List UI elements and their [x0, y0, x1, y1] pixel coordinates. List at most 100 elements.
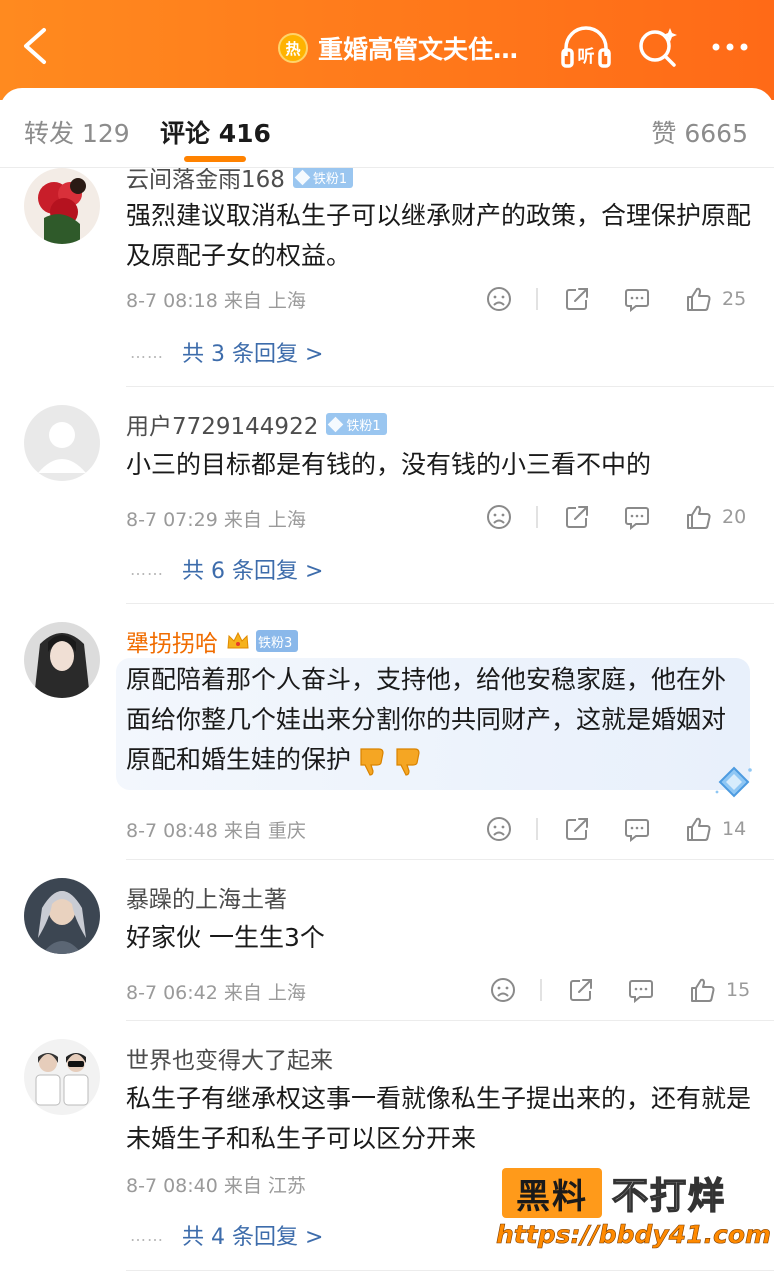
share-icon[interactable]: [564, 503, 590, 531]
comment-actions: 20: [486, 503, 756, 531]
comment-item: 用户7729144922 铁粉1 小三的目标都是有钱的，没有钱的小三看不中的 8…: [0, 387, 774, 603]
avatar[interactable]: [24, 622, 100, 698]
dots: ……: [130, 1225, 164, 1245]
sad-face-icon[interactable]: [486, 815, 512, 843]
like-button[interactable]: 25: [686, 285, 746, 313]
thumbs-up-icon: [687, 505, 711, 529]
view-replies-link[interactable]: …… 共 3 条回复 >: [130, 336, 323, 368]
dots: ……: [130, 342, 164, 362]
search-icon[interactable]: [636, 24, 680, 70]
fan-badge-label: 铁粉1: [346, 418, 381, 434]
comment-icon[interactable]: [624, 285, 650, 313]
fan-badge-label: 铁粉3: [258, 635, 293, 651]
listen-button[interactable]: 听: [560, 24, 612, 70]
comment-username[interactable]: 世界也变得大了起来: [126, 1041, 333, 1075]
replies-label: 共 3 条回复 >: [182, 342, 324, 367]
thumbs-down-emoji-icon: [391, 745, 423, 777]
divider: [540, 979, 542, 1001]
username-text: 世界也变得大了起来: [126, 1048, 333, 1074]
username-text: 暴躁的上海土著: [126, 887, 287, 913]
comment-text: 强烈建议取消私生子可以继承财产的政策，合理保护原配及原配子女的权益。: [126, 201, 752, 270]
topic-title[interactable]: 热 重婚高管文夫住…: [278, 28, 518, 68]
diamond-icon: [328, 416, 344, 432]
share-icon[interactable]: [568, 976, 594, 1004]
watermark: 黑料 不打烊 https://bbdy41.com: [496, 1164, 771, 1264]
sparkle-diamond-icon: [715, 766, 752, 798]
comment-actions: 15: [490, 976, 760, 1004]
comment-icon[interactable]: [628, 976, 654, 1004]
crown-icon: [226, 630, 250, 652]
more-icon[interactable]: [706, 24, 754, 70]
thumbs-up-icon: [687, 287, 711, 311]
sad-face-icon[interactable]: [490, 976, 516, 1004]
back-icon[interactable]: [18, 26, 54, 66]
comment-icon[interactable]: [624, 815, 650, 843]
username-text: 云间落金雨168: [126, 168, 285, 193]
headphones-icon: 听: [561, 26, 611, 68]
hot-icon: 热: [278, 33, 308, 63]
dots: ……: [130, 559, 164, 579]
sad-face-icon[interactable]: [486, 503, 512, 531]
replies-label: 共 6 条回复 >: [182, 559, 324, 584]
comment-username[interactable]: 犟拐拐哈 铁粉3: [126, 624, 299, 658]
tab-repost[interactable]: 转发 129: [24, 114, 130, 150]
comment-meta: 8-7 08:40 来自 江苏: [126, 1175, 306, 1197]
like-count: 25: [722, 288, 747, 310]
comment-icon[interactable]: [624, 503, 650, 531]
svg-text:听: 听: [578, 46, 595, 67]
divider: [126, 1270, 774, 1271]
view-replies-link[interactable]: …… 共 4 条回复 >: [130, 1219, 323, 1251]
share-icon[interactable]: [564, 815, 590, 843]
like-button[interactable]: 15: [690, 976, 750, 1004]
comment-text-highlighted: 原配陪着那个人奋斗，支持他，给他安稳家庭，他在外面给你整几个娃出来分割你的共同财…: [116, 658, 752, 798]
comment-username[interactable]: 云间落金雨168 铁粉1: [126, 168, 354, 194]
comment-item: 暴躁的上海土著 好家伙 一生生3个 15 8-7 06:42 来自 上海: [0, 860, 774, 1020]
username-text: 犟拐拐哈: [126, 631, 218, 657]
avatar[interactable]: [24, 405, 100, 481]
watermark-text: 不打烊: [611, 1175, 727, 1218]
fan-badge[interactable]: 铁粉1: [326, 413, 387, 435]
watermark-box: 黑料: [502, 1168, 602, 1218]
like-button[interactable]: 14: [686, 815, 746, 843]
comment-meta: 8-7 08:48 来自 重庆: [126, 820, 306, 842]
avatar[interactable]: [24, 168, 100, 244]
like-count: 20: [722, 506, 747, 528]
comment-text: 原配陪着那个人奋斗，支持他，给他安稳家庭，他在外面给你整几个娃出来分割你的共同财…: [126, 665, 727, 774]
fan-badge-label: 铁粉1: [312, 171, 348, 187]
sad-face-icon[interactable]: [486, 285, 512, 313]
avatar[interactable]: [24, 1039, 100, 1115]
comment-text: 小三的目标都是有钱的，没有钱的小三看不中的: [126, 450, 652, 479]
comment-item: 云间落金雨168 铁粉1 强烈建议取消私生子可以继承财产的政策，合理保护原配及原…: [0, 168, 774, 386]
thumbs-up-icon: [687, 817, 711, 841]
comment-actions: 25: [486, 285, 756, 313]
watermark-url: https://bbdy41.com: [496, 1220, 772, 1250]
fan-badge[interactable]: 铁粉3: [256, 630, 299, 652]
replies-label: 共 4 条回复 >: [182, 1225, 324, 1250]
comment-text: 好家伙 一生生3个: [126, 923, 325, 952]
comment-item: 犟拐拐哈 铁粉3 原配陪着那个人奋斗，支持他，给他安稳家庭，他在外面给你整几个娃…: [0, 604, 774, 859]
divider: [536, 288, 538, 310]
username-text: 用户7729144922: [126, 414, 319, 440]
comment-meta: 8-7 06:42 来自 上海: [126, 982, 306, 1004]
thumbs-down-emoji-icon: [355, 745, 387, 777]
like-button[interactable]: 20: [686, 503, 746, 531]
thumbs-up-icon: [691, 978, 715, 1002]
comment-username[interactable]: 用户7729144922 铁粉1: [126, 407, 387, 441]
share-icon[interactable]: [564, 285, 590, 313]
tab-bar: 转发 129 评论 416 赞 6665: [0, 88, 774, 168]
avatar[interactable]: [24, 878, 100, 954]
tab-like[interactable]: 赞 6665: [651, 114, 748, 150]
page-title: 重婚高管文夫住…: [318, 35, 519, 64]
divider: [536, 506, 538, 528]
tab-comment[interactable]: 评论 416: [160, 114, 271, 150]
comment-text: 私生子有继承权这事一看就像私生子提出来的，还有就是未婚生子和私生子可以区分开来: [126, 1084, 752, 1153]
fan-badge[interactable]: 铁粉1: [292, 168, 354, 188]
like-count: 15: [726, 979, 751, 1001]
comment-meta: 8-7 08:18 来自 上海: [126, 290, 306, 312]
divider: [536, 818, 538, 840]
comment-meta: 8-7 07:29 来自 上海: [126, 509, 306, 531]
view-replies-link[interactable]: …… 共 6 条回复 >: [130, 553, 323, 585]
comment-username[interactable]: 暴躁的上海土著: [126, 880, 287, 914]
tab-active-indicator: [184, 156, 246, 162]
top-bar: 热 重婚高管文夫住… 听: [0, 0, 774, 100]
